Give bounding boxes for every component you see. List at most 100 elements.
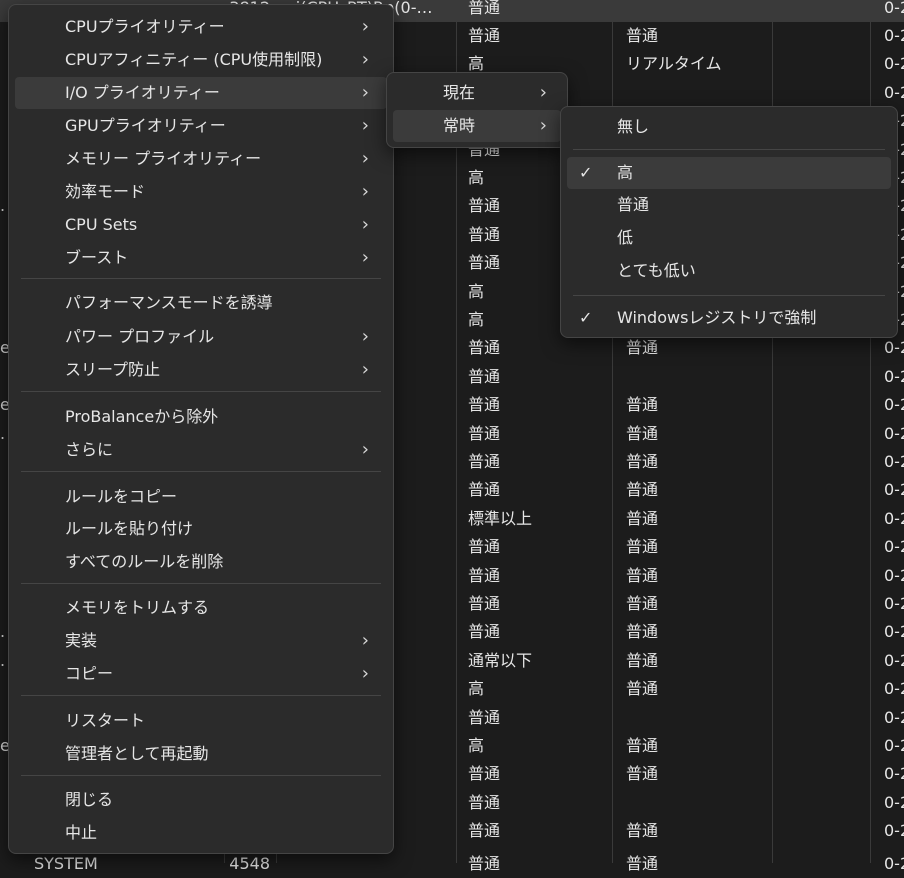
process-cpu: 0-2 xyxy=(884,736,904,755)
process-io-priority: 普通 xyxy=(626,650,659,670)
process-cpu: 0-2 xyxy=(884,452,904,471)
menu-item-label: パフォーマンスモードを誘導 xyxy=(65,293,273,312)
process-name-edge: . xyxy=(0,622,6,642)
menu-item-paste-rules[interactable]: ルールを貼り付け xyxy=(15,513,387,545)
chevron-right-icon: › xyxy=(539,115,547,136)
chevron-right-icon: › xyxy=(539,82,547,103)
menu-item-exclude-probalance[interactable]: ProBalanceから除外 xyxy=(15,401,387,433)
process-io-priority: リアルタイム xyxy=(626,54,722,74)
menu-item-efficiency-mode[interactable]: 効率モード › xyxy=(15,176,387,208)
process-cpu: 0-2 xyxy=(884,821,904,841)
process-cpu: 0-2 xyxy=(884,480,904,500)
menu-item-induce-performance-mode[interactable]: パフォーマンスモードを誘導 xyxy=(15,287,387,319)
process-io-priority: 普通 xyxy=(626,480,659,500)
menu-item-trim-memory[interactable]: メモリをトリムする xyxy=(15,592,387,624)
menu-item-label: スリープ防止 xyxy=(65,360,161,379)
menu-item-label: リスタート xyxy=(65,711,146,730)
menu-item-restart-as-admin[interactable]: 管理者として再起動 xyxy=(15,738,387,770)
process-priority: 普通 xyxy=(468,452,501,471)
process-priority: 普通 xyxy=(468,395,501,415)
chevron-right-icon: › xyxy=(361,439,369,460)
chevron-right-icon: › xyxy=(361,49,369,70)
submenu-item-none[interactable]: 無し xyxy=(567,111,891,143)
menu-item-copy-rules[interactable]: ルールをコピー xyxy=(15,481,387,513)
menu-item-more[interactable]: さらに › xyxy=(15,434,387,466)
process-cpu: 0-2 xyxy=(884,26,904,45)
process-io-priority: 普通 xyxy=(626,622,659,642)
process-name-edge: e xyxy=(0,338,8,358)
menu-item-label: 常時 xyxy=(443,116,476,135)
menu-item-power-profile[interactable]: パワー プロファイル › xyxy=(15,321,387,353)
chevron-right-icon: › xyxy=(361,181,369,202)
chevron-right-icon: › xyxy=(361,82,369,103)
menu-item-copy[interactable]: コピー › xyxy=(15,658,387,690)
process-cpu: 0-2 xyxy=(884,707,904,727)
process-cpu: 0-2 xyxy=(884,395,904,415)
submenu-item-low[interactable]: 低 xyxy=(567,222,891,254)
menu-item-implement[interactable]: 実装 › xyxy=(15,625,387,657)
process-name-edge: . xyxy=(0,423,6,443)
process-pid: 4548 xyxy=(229,854,270,873)
menu-item-cpu-priority[interactable]: CPUプライオリティー › xyxy=(15,11,387,43)
menu-item-cpu-affinity[interactable]: CPUアフィニティー (CPU使用制限) › xyxy=(15,44,387,76)
process-cpu: 0-2 xyxy=(884,594,904,613)
process-priority: 普通 xyxy=(468,0,501,17)
process-io-priority: 普通 xyxy=(626,854,659,873)
chevron-right-icon: › xyxy=(361,359,369,380)
process-cpu: 0-2 xyxy=(884,854,904,873)
menu-item-label: CPUアフィニティー (CPU使用制限) xyxy=(65,50,323,69)
submenu-item-high[interactable]: ✓ 高 xyxy=(567,157,891,189)
menu-item-prevent-sleep[interactable]: スリープ防止 › xyxy=(15,354,387,386)
process-io-priority: 普通 xyxy=(626,764,659,784)
process-io-priority: 普通 xyxy=(626,452,659,471)
submenu-item-force-registry[interactable]: ✓ Windowsレジストリで強制 xyxy=(567,302,891,334)
table-row[interactable]: SYSTEM 4548 普通 普通 0-2 xyxy=(0,850,904,878)
menu-item-close[interactable]: 閉じる xyxy=(15,784,387,816)
process-io-priority: 普通 xyxy=(626,537,659,557)
process-priority: 普通 xyxy=(468,594,501,613)
process-cpu: 0-2 xyxy=(884,0,904,17)
menu-item-boost[interactable]: ブースト › xyxy=(15,242,387,274)
menu-separator xyxy=(21,471,381,472)
menu-separator xyxy=(21,695,381,696)
process-priority: 標準以上 xyxy=(468,508,533,528)
menu-item-abort[interactable]: 中止 xyxy=(15,817,387,849)
menu-item-delete-all-rules[interactable]: すべてのルールを削除 xyxy=(15,546,387,578)
menu-item-label: さらに xyxy=(65,440,114,459)
menu-separator xyxy=(573,149,885,150)
submenu-item-normal[interactable]: 普通 xyxy=(567,189,891,221)
menu-item-label: CPU Sets xyxy=(65,215,138,234)
process-cpu: 0-2 xyxy=(884,338,904,358)
submenu-item-always[interactable]: 常時 › xyxy=(393,110,561,142)
process-priority: 普通 xyxy=(468,366,501,386)
menu-item-io-priority[interactable]: I/O プライオリティー › xyxy=(15,77,387,109)
process-priority: 普通 xyxy=(468,565,501,585)
process-cpu: 0-2 xyxy=(884,650,904,670)
chevron-right-icon: › xyxy=(361,663,369,684)
menu-item-label: メモリー プライオリティー xyxy=(65,149,262,168)
process-priority: 普通 xyxy=(468,26,501,45)
process-name-edge: e xyxy=(0,736,8,755)
chevron-right-icon: › xyxy=(361,148,369,169)
process-priority: 普通 xyxy=(468,764,501,784)
process-name: SYSTEM xyxy=(34,854,98,873)
process-io-priority: 普通 xyxy=(626,338,659,358)
menu-item-gpu-priority[interactable]: GPUプライオリティー › xyxy=(15,110,387,142)
submenu-item-very-low[interactable]: とても低い xyxy=(567,255,891,287)
chevron-right-icon: › xyxy=(361,630,369,651)
menu-item-cpu-sets[interactable]: CPU Sets › xyxy=(15,209,387,241)
menu-item-restart[interactable]: リスタート xyxy=(15,705,387,737)
menu-separator xyxy=(21,391,381,392)
menu-separator xyxy=(21,583,381,584)
process-priority: 普通 xyxy=(468,480,501,500)
process-priority: 普通 xyxy=(468,854,501,873)
submenu-item-current[interactable]: 現在 › xyxy=(393,77,561,109)
menu-item-label: コピー xyxy=(65,664,114,683)
process-io-priority: 普通 xyxy=(626,565,659,585)
process-priority: 普通 xyxy=(468,821,501,841)
process-priority: 普通 xyxy=(468,537,501,557)
menu-item-memory-priority[interactable]: メモリー プライオリティー › xyxy=(15,143,387,175)
context-menu: CPUプライオリティー › CPUアフィニティー (CPU使用制限) › I/O プライ… xyxy=(8,4,394,854)
process-io-priority: 普通 xyxy=(626,508,659,528)
process-priority: 普通 xyxy=(468,423,501,443)
